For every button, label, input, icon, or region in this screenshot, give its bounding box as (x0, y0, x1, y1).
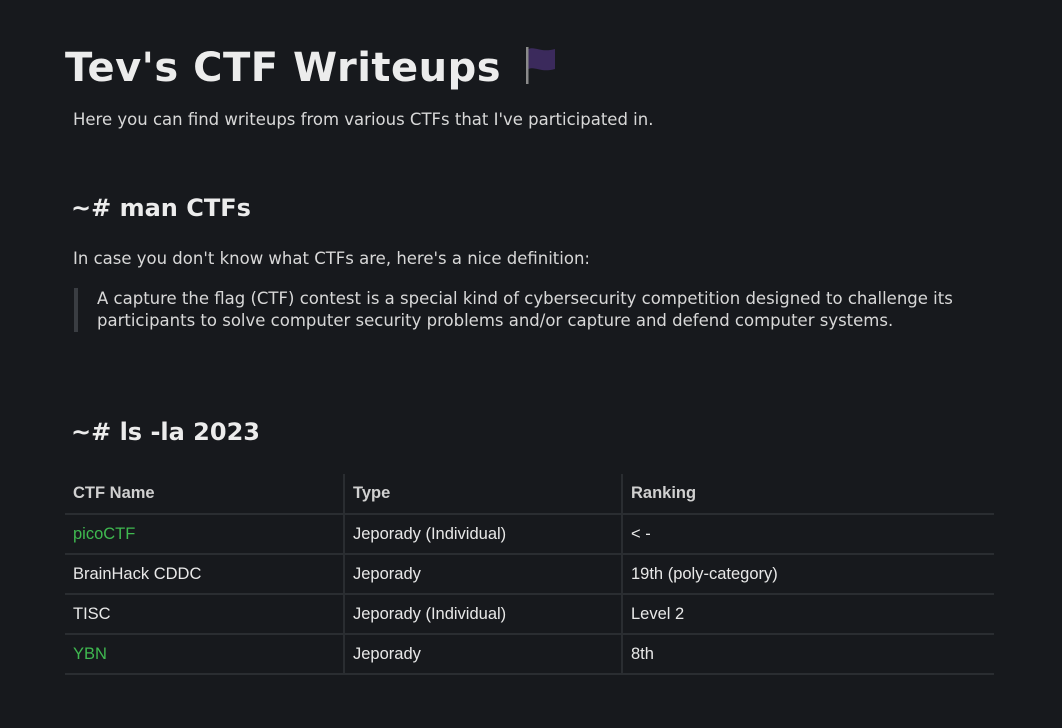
section-heading-man-ctfs: ~# man CTFs (71, 194, 251, 222)
column-header-ctf-name: CTF Name (65, 474, 344, 515)
ctf-ranking-cell: < - (621, 514, 994, 555)
ctf-name-cell: picoCTF (65, 514, 344, 555)
table-row: BrainHack CDDC Jeporady 19th (poly-categ… (65, 554, 994, 595)
table-header-row: CTF Name Type Ranking (65, 474, 994, 515)
column-header-ranking: Ranking (621, 474, 994, 515)
page-title-text: Tev's CTF Writeups (65, 45, 502, 91)
ctf-type-cell: Jeporady (343, 554, 622, 595)
ctf-type-cell: Jeporady (Individual) (343, 594, 622, 635)
page: Tev's CTF Writeups Here you can find wri… (0, 0, 1062, 728)
intro-text: Here you can find writeups from various … (73, 110, 654, 129)
ctf-name-cell: TISC (65, 594, 344, 635)
ctf-ranking-cell: 19th (poly-category) (621, 554, 994, 595)
table-row: YBN Jeporady 8th (65, 634, 994, 675)
page-title: Tev's CTF Writeups (65, 40, 557, 100)
ctf-table: CTF Name Type Ranking picoCTF Jeporady (… (65, 474, 994, 675)
ctf-ranking-cell: Level 2 (621, 594, 994, 635)
ctf-type-cell: Jeporady (343, 634, 622, 675)
definition-quote: A capture the flag (CTF) contest is a sp… (74, 288, 997, 332)
ctf-link-picoctf[interactable]: picoCTF (73, 525, 135, 543)
ctf-type-cell: Jeporady (Individual) (343, 514, 622, 555)
definition-lead: In case you don't know what CTFs are, he… (73, 249, 590, 268)
table-row: TISC Jeporady (Individual) Level 2 (65, 594, 994, 635)
black-flag-icon (523, 44, 557, 100)
table-row: picoCTF Jeporady (Individual) < - (65, 514, 994, 555)
ctf-ranking-cell: 8th (621, 634, 994, 675)
column-header-type: Type (343, 474, 622, 515)
ctf-name-cell: BrainHack CDDC (65, 554, 344, 595)
ctf-name-cell: YBN (65, 634, 344, 675)
ctf-link-ybn[interactable]: YBN (73, 645, 107, 663)
section-heading-ls-2023: ~# ls -la 2023 (71, 418, 260, 446)
